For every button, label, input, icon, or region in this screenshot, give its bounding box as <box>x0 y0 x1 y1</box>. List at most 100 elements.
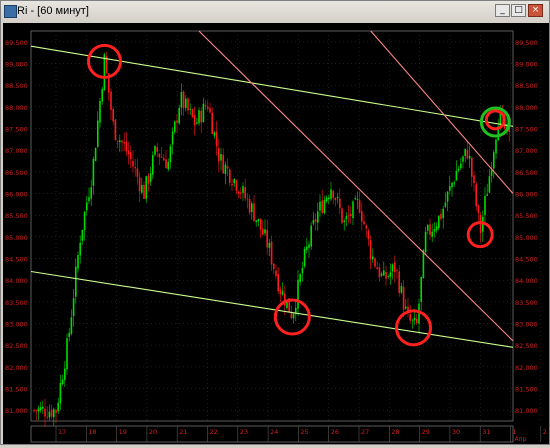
candle-body <box>37 408 40 412</box>
price-chart: 89.500 89.500 89.000 89.000 88.500 88.500 88.0… <box>5 30 547 443</box>
candle-body <box>343 220 345 223</box>
candle-body <box>438 215 440 228</box>
candle-body <box>211 112 213 135</box>
candle-body <box>240 192 242 194</box>
candle-body <box>367 230 370 240</box>
candle-body <box>218 148 220 162</box>
x-tick-label: 27 <box>361 428 369 436</box>
y-tick-label-left: 81.000 <box>5 407 28 415</box>
candle-body <box>473 175 475 184</box>
candle-body <box>292 313 295 319</box>
candle-body <box>433 229 436 232</box>
candle-body <box>141 185 143 193</box>
candle-body <box>303 248 306 267</box>
y-tick-label-right: 87.000 <box>515 147 538 155</box>
candle-body <box>270 241 273 265</box>
candle-body <box>143 184 145 199</box>
candle-body <box>97 120 99 147</box>
candle-body <box>264 229 266 234</box>
candle-body <box>237 191 240 194</box>
candle-body <box>455 170 458 181</box>
candle-body <box>323 200 326 214</box>
y-tick-label-left: 88.500 <box>5 82 28 90</box>
candle-body <box>427 224 429 231</box>
candle-body <box>70 317 73 334</box>
y-tick-label-right: 83.500 <box>515 299 538 307</box>
candle-body <box>312 220 315 224</box>
candle-body <box>383 270 385 276</box>
y-tick-label-left: 81.500 <box>5 386 28 394</box>
candle-body <box>429 224 431 235</box>
candle-body <box>255 220 257 222</box>
candle-body <box>213 132 216 136</box>
candle-body <box>477 205 480 213</box>
y-tick-label-left: 85.500 <box>5 212 28 220</box>
candle-body <box>92 159 95 186</box>
candle-body <box>83 211 86 231</box>
title-bar[interactable]: Ri - [60 минут] _ □ × <box>1 1 549 23</box>
y-tick-label-left: 87.500 <box>5 126 28 134</box>
chart-window: Ri - [60 минут] _ □ × 89.500 89.500 89.000… <box>0 0 550 445</box>
y-tick-label-right: 88.000 <box>515 104 538 112</box>
candle-body <box>193 115 196 126</box>
candle-body <box>149 173 152 182</box>
candle-body <box>171 131 174 145</box>
candle-body <box>277 274 279 292</box>
candle-body <box>46 416 48 418</box>
candle-body <box>180 91 183 108</box>
candle-body <box>156 147 158 152</box>
minimize-button[interactable]: _ <box>495 4 510 17</box>
candle-body <box>402 286 405 310</box>
candle-body <box>50 409 53 417</box>
candle-body <box>413 317 416 321</box>
candle-body <box>442 208 444 219</box>
y-tick-label-left: 83.500 <box>5 299 28 307</box>
candle-body <box>103 54 106 91</box>
y-tick-label-left: 83.000 <box>5 321 28 329</box>
candle-body <box>207 106 209 109</box>
candle-body <box>57 402 59 412</box>
candle-body <box>136 168 139 177</box>
x-tick-label: 24 <box>270 428 278 436</box>
candle-body <box>125 141 128 152</box>
candle-body <box>400 286 403 293</box>
candle-body <box>178 108 180 124</box>
candle-body <box>422 250 425 279</box>
x-tick-label: 22 <box>210 428 218 436</box>
candle-body <box>378 267 381 278</box>
candle-body <box>253 203 255 221</box>
candle-body <box>182 91 185 109</box>
close-button[interactable]: × <box>528 4 543 17</box>
candle-body <box>420 276 422 302</box>
candle-body <box>174 121 176 132</box>
y-tick-label-right: 85.000 <box>515 234 538 242</box>
candle-body <box>169 146 172 163</box>
maximize-button[interactable]: □ <box>511 4 526 17</box>
y-tick-label-right: 82.000 <box>515 364 538 372</box>
candle-body <box>121 140 123 143</box>
y-tick-label-right: 82.500 <box>515 342 538 350</box>
y-tick-label-right: 83.000 <box>515 321 538 329</box>
candle-body <box>202 103 205 123</box>
candle-body <box>387 276 389 278</box>
y-tick-label-right: 86.500 <box>515 169 538 177</box>
candle-body <box>204 105 207 107</box>
candle-body <box>235 180 238 191</box>
candle-body <box>154 146 156 155</box>
candle-body <box>59 382 62 404</box>
y-tick-label-left: 82.500 <box>5 342 28 350</box>
candle-body <box>68 332 70 337</box>
candle-body <box>279 289 282 295</box>
candle-body <box>75 266 77 297</box>
candle-body <box>248 199 251 213</box>
chart-area: 89.500 89.500 89.000 89.000 88.500 88.500 88.0… <box>3 23 549 444</box>
candle-body <box>314 219 317 222</box>
candle-body <box>79 242 81 256</box>
candle-body <box>334 197 337 200</box>
candle-body <box>220 154 222 161</box>
candle-body <box>350 213 352 216</box>
candle-body <box>55 409 57 414</box>
candle-body <box>385 272 387 279</box>
x-tick-label: 17 <box>58 428 66 436</box>
y-tick-label-left: 88.000 <box>5 104 28 112</box>
